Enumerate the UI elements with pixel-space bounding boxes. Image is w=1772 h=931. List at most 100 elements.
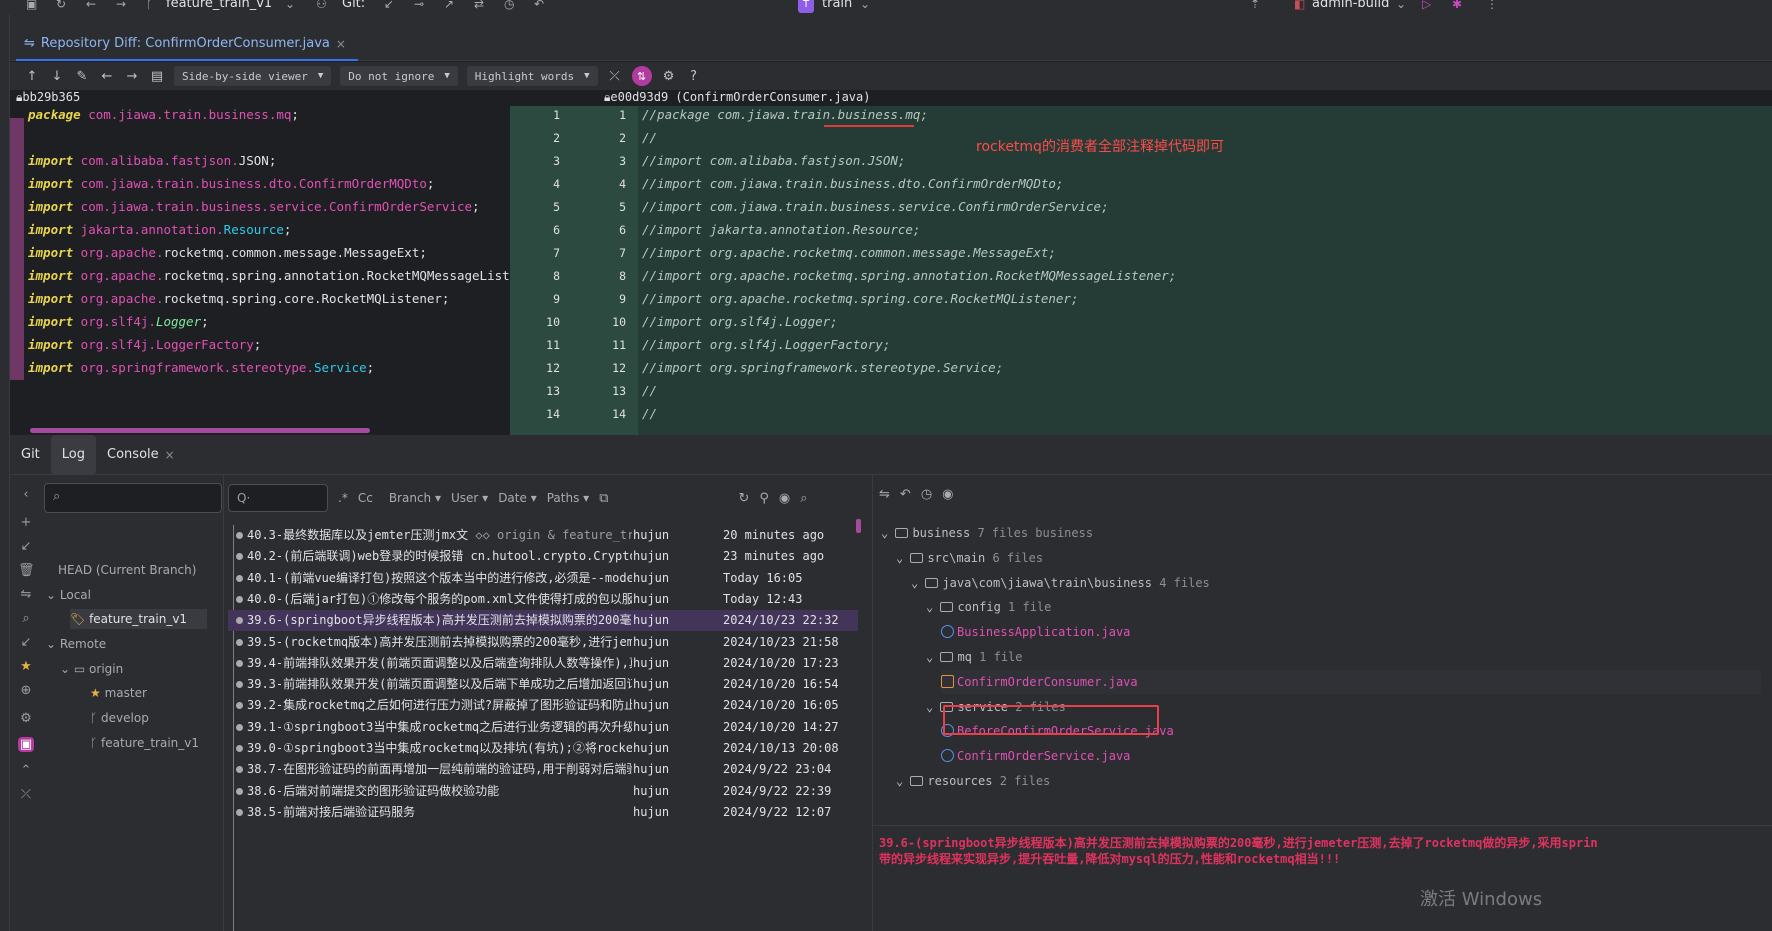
project-selector[interactable]: train bbox=[822, 0, 852, 11]
left-editor[interactable]: package com.jiawa.train.business.mq; impo… bbox=[10, 106, 510, 435]
user-icon[interactable]: ⚇ bbox=[316, 0, 327, 11]
settings-gear-icon[interactable]: ⚙ bbox=[661, 69, 677, 84]
debug-icon[interactable]: ✱ bbox=[1452, 0, 1462, 11]
commit-row[interactable]: 39.6-(springboot异步线程版本)高并发压测前去掉模拟购票的200毫… bbox=[228, 610, 858, 632]
commit-row[interactable]: 39.0-①springboot3当中集成rocketmq以及排坑(有坑);②将… bbox=[228, 738, 858, 759]
help-icon[interactable]: ? bbox=[686, 69, 702, 84]
next-file-icon[interactable]: → bbox=[124, 69, 140, 84]
chevron-down-icon[interactable]: ⌄ bbox=[911, 576, 925, 590]
tree-folder[interactable]: ⌄ src\main 6 files bbox=[896, 546, 1043, 570]
chevron-down-icon[interactable]: ⌄ bbox=[896, 774, 910, 788]
diff-icon[interactable]: ⇋ bbox=[879, 487, 890, 502]
commit-row[interactable]: 38.5-前端对接后端验证码服务 hujun 2024/9/22 12:07 bbox=[228, 802, 858, 823]
chevron-down-icon[interactable]: ⌄ bbox=[860, 0, 870, 11]
commit-row[interactable]: 38.7-在图形验证码的前面再增加一层纯前端的验证码,用于削弱对后端验证 huju… bbox=[228, 759, 858, 780]
tab-console[interactable]: Console × bbox=[96, 435, 186, 475]
horizontal-scrollbar[interactable] bbox=[30, 428, 370, 433]
commit-row[interactable]: 39.1-①springboot3当中集成rocketmq之后进行业务逻辑的再次… bbox=[228, 717, 858, 738]
new-tab-icon[interactable]: ⧉ bbox=[599, 491, 608, 506]
filter-user[interactable]: User ▾ bbox=[451, 491, 488, 505]
chevron-down-icon[interactable]: ⌄ bbox=[926, 700, 940, 714]
commit-row[interactable]: 40.2-(前后端联调)web登录的时候报错 cn.hutool.crypto.… bbox=[228, 546, 858, 567]
commit-icon[interactable]: ⊸ bbox=[414, 0, 424, 11]
commit-row[interactable]: 38.6-后端对前端提交的图形验证码做校验功能 hujun 2024/9/22 22… bbox=[228, 781, 858, 802]
filter-branch[interactable]: Branch ▾ bbox=[389, 491, 441, 505]
collapse-left-icon[interactable]: ‹ bbox=[18, 487, 34, 502]
search-icon[interactable]: ⌕ bbox=[800, 491, 807, 506]
tab-git[interactable]: Git bbox=[10, 435, 51, 475]
vcs-icon[interactable]: ⇡ bbox=[1250, 0, 1260, 11]
prev-file-icon[interactable]: ← bbox=[99, 69, 115, 84]
expand-icon[interactable]: ⌃ bbox=[18, 763, 34, 778]
update-icon[interactable]: ↙ bbox=[384, 0, 394, 11]
prev-diff-icon[interactable]: ↑ bbox=[24, 69, 40, 84]
branch-group-local[interactable]: ⌄ Local bbox=[46, 585, 91, 605]
history-icon[interactable]: ◷ bbox=[921, 487, 932, 502]
document-icon[interactable]: ▤ bbox=[149, 69, 165, 84]
revert-icon[interactable]: ↶ bbox=[900, 487, 911, 502]
branch-search-input[interactable]: ⌕ bbox=[44, 483, 222, 513]
filter-paths[interactable]: Paths ▾ bbox=[547, 491, 589, 505]
commit-row[interactable]: 40.1-(前端vue编译打包)按照这个版本当中的进行修改,必须是--mode … bbox=[228, 568, 858, 589]
case-toggle[interactable]: Cc bbox=[358, 491, 373, 505]
branch-remote-master[interactable]: ★ master bbox=[90, 683, 147, 703]
commit-row[interactable]: 39.4-前端排队效果开发(前端页面调整以及后端查询排队人数等操作),真i huj… bbox=[228, 653, 858, 674]
regex-toggle[interactable]: .* bbox=[338, 491, 348, 505]
commit-row[interactable]: 40.3-最终数据库以及jemter压测jmx文 ◇◇ origin & fea… bbox=[228, 525, 858, 546]
chevron-down-icon[interactable]: ⌄ bbox=[926, 600, 940, 614]
eye-icon[interactable]: ◉ bbox=[779, 491, 790, 506]
branch-head[interactable]: HEAD (Current Branch) bbox=[58, 560, 196, 580]
log-search-input[interactable]: Q· bbox=[228, 484, 328, 512]
log-scrollbar[interactable] bbox=[856, 519, 861, 533]
commit-row[interactable]: 40.0-(后端jar打包)①修改每个服务的pom.xml文件使得打成的包以服务… bbox=[228, 589, 858, 610]
tree-folder[interactable]: ⌄ resources 2 files bbox=[896, 769, 1050, 793]
collapse-icon[interactable]: ⤫ bbox=[18, 787, 34, 802]
branch-remote-feature[interactable]: ᚴ feature_train_v1 bbox=[90, 733, 199, 753]
chevron-down-icon[interactable]: ⌄ bbox=[1396, 0, 1406, 11]
changed-file[interactable]: BusinessApplication.java bbox=[941, 620, 1130, 644]
refresh-icon[interactable]: ↻ bbox=[738, 491, 749, 506]
filter-date[interactable]: Date ▾ bbox=[498, 491, 537, 505]
branch-group-remote[interactable]: ⌄ Remote bbox=[46, 634, 106, 654]
close-icon[interactable]: × bbox=[336, 37, 346, 51]
close-icon[interactable]: × bbox=[165, 448, 175, 462]
chevron-down-icon[interactable]: ⌄ bbox=[896, 551, 910, 565]
delete-icon[interactable]: 🗑︎ bbox=[18, 563, 35, 578]
highlight-dropdown[interactable]: Highlight words ▼ bbox=[466, 66, 598, 86]
star-icon[interactable]: ★ bbox=[18, 659, 34, 674]
changed-file[interactable]: ConfirmOrderConsumer.java bbox=[941, 669, 1761, 694]
save-icon[interactable]: ▣ bbox=[26, 0, 37, 11]
branch-remote-develop[interactable]: ᚴ develop bbox=[90, 708, 149, 728]
chevron-down-icon[interactable]: ⌄ bbox=[926, 650, 940, 664]
tab-repository-diff[interactable]: ⇋ Repository Diff: ConfirmOrderConsumer.… bbox=[16, 28, 358, 61]
rollback-icon[interactable]: ↶ bbox=[534, 0, 544, 11]
right-editor[interactable]: //package com.jiawa.train.business.mq; //… bbox=[638, 106, 1772, 435]
branch-local-feature[interactable]: 🏷︎ feature_train_v1 bbox=[70, 609, 208, 629]
eye-icon[interactable]: ◉ bbox=[942, 487, 953, 502]
tree-folder[interactable]: ⌄ mq 1 file bbox=[926, 645, 1023, 669]
search-icon[interactable]: ⌕ bbox=[18, 611, 34, 626]
add-icon[interactable]: + bbox=[18, 515, 34, 530]
update-icon[interactable]: ↙ bbox=[18, 539, 34, 554]
collapse-icon[interactable]: ⤫ bbox=[607, 69, 623, 84]
target-icon[interactable]: ⊕ bbox=[18, 683, 34, 698]
forward-icon[interactable]: → bbox=[116, 0, 126, 11]
changed-file[interactable]: ConfirmOrderService.java bbox=[941, 744, 1130, 768]
edit-icon[interactable]: ✎ bbox=[74, 69, 90, 84]
tree-folder[interactable]: ⌄ config 1 file bbox=[926, 595, 1051, 619]
run-config-selector[interactable]: admin-build bbox=[1312, 0, 1389, 11]
push-icon[interactable]: ↗ bbox=[444, 0, 454, 11]
branch-selector[interactable]: feature_train_v1 bbox=[166, 0, 272, 11]
run-icon[interactable]: ▷ bbox=[1422, 0, 1431, 11]
branch-group-origin[interactable]: ⌄ ▭ origin bbox=[60, 659, 123, 679]
tree-folder[interactable]: ⌄ java\com\jiawa\train\business 4 files bbox=[911, 571, 1210, 595]
more-icon[interactable]: ⋮ bbox=[1486, 0, 1498, 11]
cherry-pick-icon[interactable]: ⚲ bbox=[759, 491, 769, 506]
sync-scroll-icon[interactable]: ⇅ bbox=[631, 66, 652, 86]
chevron-down-icon[interactable]: ⌄ bbox=[881, 526, 895, 540]
tree-folder[interactable]: ⌄ business 7 files business bbox=[881, 521, 1093, 545]
commit-row[interactable]: 39.3-前端排队效果开发(前端页面调整以及后端下单成功之后增加返回订单 huju… bbox=[228, 674, 858, 695]
commit-row[interactable]: 39.5-(rocketmq版本)高并发压测前去掉模拟购票的200毫秒,进行je… bbox=[228, 632, 858, 653]
settings-gear-icon[interactable]: ⚙ bbox=[18, 711, 34, 726]
fetch-icon[interactable]: ↙ bbox=[18, 635, 34, 650]
